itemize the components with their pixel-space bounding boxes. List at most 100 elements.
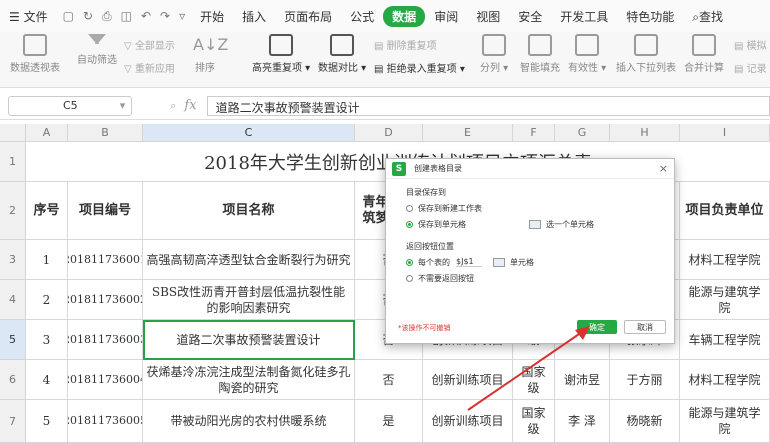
data-compare-button[interactable]: 数据对比 ▾: [318, 34, 366, 74]
formula-input[interactable]: 道路二次事故预警装置设计: [206, 95, 770, 116]
table-cell[interactable]: 材料工程学院: [680, 240, 770, 280]
tab-formula[interactable]: 公式: [341, 8, 383, 25]
consolidate-button[interactable]: 合并计算: [684, 34, 724, 74]
pivot-table-button[interactable]: 数据透视表: [10, 34, 60, 74]
table-cell[interactable]: 国家级: [513, 400, 555, 443]
table-cell[interactable]: 国家级: [513, 360, 555, 400]
table-cell[interactable]: 创新训练项目: [423, 360, 513, 400]
tab-review[interactable]: 审阅: [425, 8, 467, 25]
table-cell[interactable]: 4: [26, 360, 68, 400]
header-cell-id[interactable]: 项目编号: [68, 182, 143, 240]
return-cell-input[interactable]: $J$1: [456, 257, 482, 267]
table-cell[interactable]: 201811736005: [68, 400, 143, 443]
tab-data[interactable]: 数据: [383, 5, 426, 27]
table-cell[interactable]: 车辆工程学院: [680, 320, 770, 360]
reject-duplicates-button[interactable]: ▤ 拒绝录入重复项 ▾: [374, 60, 465, 75]
tab-home[interactable]: 开始: [191, 8, 233, 25]
record-button[interactable]: ▤ 记录: [734, 60, 767, 75]
print-icon[interactable]: ⎙: [102, 9, 112, 24]
table-cell[interactable]: 201811736002: [68, 280, 143, 320]
column-header-d[interactable]: D: [355, 124, 423, 142]
close-icon[interactable]: ×: [659, 162, 668, 175]
table-cell[interactable]: 201811736001: [68, 240, 143, 280]
tab-page-layout[interactable]: 页面布局: [275, 8, 341, 25]
table-cell[interactable]: 创新训练项目: [423, 400, 513, 443]
export-icon[interactable]: ↻: [83, 9, 93, 24]
column-header-h[interactable]: H: [610, 124, 680, 142]
column-header-c[interactable]: C: [143, 124, 355, 142]
preview-icon[interactable]: ◫: [121, 9, 132, 24]
option-save-to-cell[interactable]: 保存到单元格: [406, 219, 466, 230]
tab-security[interactable]: 安全: [509, 8, 551, 25]
row-header-2[interactable]: 2: [0, 182, 26, 240]
header-cell-unit[interactable]: 项目负责单位: [680, 182, 770, 240]
split-button[interactable]: 分列 ▾: [480, 34, 508, 74]
sort-button[interactable]: A↓Z 排序: [193, 34, 228, 74]
table-cell[interactable]: 谢沛昱: [555, 360, 610, 400]
column-header-i[interactable]: I: [680, 124, 770, 142]
table-cell[interactable]: SBS改性沥青开普封层低温抗裂性能的影响因素研究: [143, 280, 355, 320]
tab-insert[interactable]: 插入: [233, 8, 275, 25]
fx-icon[interactable]: fx: [184, 98, 196, 113]
insert-dropdown-button[interactable]: 插入下拉列表: [616, 34, 676, 74]
column-header-f[interactable]: F: [513, 124, 555, 142]
table-cell[interactable]: 2: [26, 280, 68, 320]
header-cell-name[interactable]: 项目名称: [143, 182, 355, 240]
reapply-button[interactable]: ▽ 重新应用: [124, 60, 175, 75]
highlight-duplicates-button[interactable]: 高亮重复项 ▾: [252, 34, 310, 74]
table-cell[interactable]: 带被动阳光房的农村供暖系统: [143, 400, 355, 443]
table-cell[interactable]: 高强高韧高淬透型钛合金断裂行为研究: [143, 240, 355, 280]
table-cell[interactable]: 茯烯基泠冻浣注成型法制备氮化硅多孔陶瓷的研究: [143, 360, 355, 400]
return-cell-picker[interactable]: 单元格: [488, 257, 534, 268]
tab-developer[interactable]: 开发工具: [551, 8, 617, 25]
table-cell[interactable]: 是: [355, 400, 423, 443]
column-header-e[interactable]: E: [423, 124, 513, 142]
search-box[interactable]: ⌕查找: [683, 8, 732, 25]
table-cell[interactable]: 杨晓新: [610, 400, 680, 443]
tab-view[interactable]: 视图: [467, 8, 509, 25]
show-all-button[interactable]: ▽ 全部显示: [124, 37, 175, 52]
option-each-sheet[interactable]: 每个表的: [406, 257, 450, 268]
column-header-b[interactable]: B: [68, 124, 143, 142]
selected-cell-c5[interactable]: 道路二次事故预警装置设计: [143, 320, 355, 360]
row-header-1[interactable]: 1: [0, 142, 26, 182]
smart-fill-button[interactable]: 智能填充: [520, 34, 560, 74]
file-menu[interactable]: ☰ 文件: [0, 8, 57, 25]
row-header-4[interactable]: 4: [0, 280, 26, 320]
autofilter-button[interactable]: 自动筛选: [77, 34, 117, 66]
row-header-6[interactable]: 6: [0, 360, 26, 400]
table-cell[interactable]: 材料工程学院: [680, 360, 770, 400]
option-no-return[interactable]: 不需要返回按钮: [406, 273, 474, 284]
select-all-corner[interactable]: [0, 124, 26, 142]
table-cell[interactable]: 1: [26, 240, 68, 280]
row-header-7[interactable]: 7: [0, 400, 26, 443]
table-cell[interactable]: 201811736003: [68, 320, 143, 360]
tab-features[interactable]: 特色功能: [617, 8, 683, 25]
option-new-sheet[interactable]: 保存到新建工作表: [406, 203, 482, 214]
table-cell[interactable]: 于方丽: [610, 360, 680, 400]
zoom-icon[interactable]: ⌕: [170, 99, 176, 113]
redo-icon[interactable]: ↷: [160, 9, 170, 24]
table-cell[interactable]: 李 泽: [555, 400, 610, 443]
table-cell[interactable]: 能源与建筑学院: [680, 280, 770, 320]
table-cell[interactable]: 否: [355, 360, 423, 400]
table-cell[interactable]: 201811736004: [68, 360, 143, 400]
delete-duplicates-button[interactable]: ▤ 删除重复项: [374, 37, 437, 52]
table-cell[interactable]: 能源与建筑学院: [680, 400, 770, 443]
row-header-5[interactable]: 5: [0, 320, 26, 360]
column-header-g[interactable]: G: [555, 124, 610, 142]
cancel-button[interactable]: 取消: [624, 320, 666, 334]
table-cell[interactable]: 5: [26, 400, 68, 443]
column-header-a[interactable]: A: [26, 124, 68, 142]
table-cell[interactable]: 3: [26, 320, 68, 360]
name-box[interactable]: C5 ▾: [8, 95, 133, 116]
select-cell-button[interactable]: 选一个单元格: [524, 219, 594, 230]
dropdown-icon[interactable]: ▿: [179, 9, 185, 24]
validity-button[interactable]: 有效性 ▾: [568, 34, 606, 74]
ok-button[interactable]: 确定: [577, 320, 617, 334]
save-icon[interactable]: ▢: [63, 9, 74, 24]
undo-icon[interactable]: ↶: [141, 9, 151, 24]
row-header-3[interactable]: 3: [0, 240, 26, 280]
simulate-button[interactable]: ▤ 模拟: [734, 37, 767, 52]
header-cell-seq[interactable]: 序号: [26, 182, 68, 240]
